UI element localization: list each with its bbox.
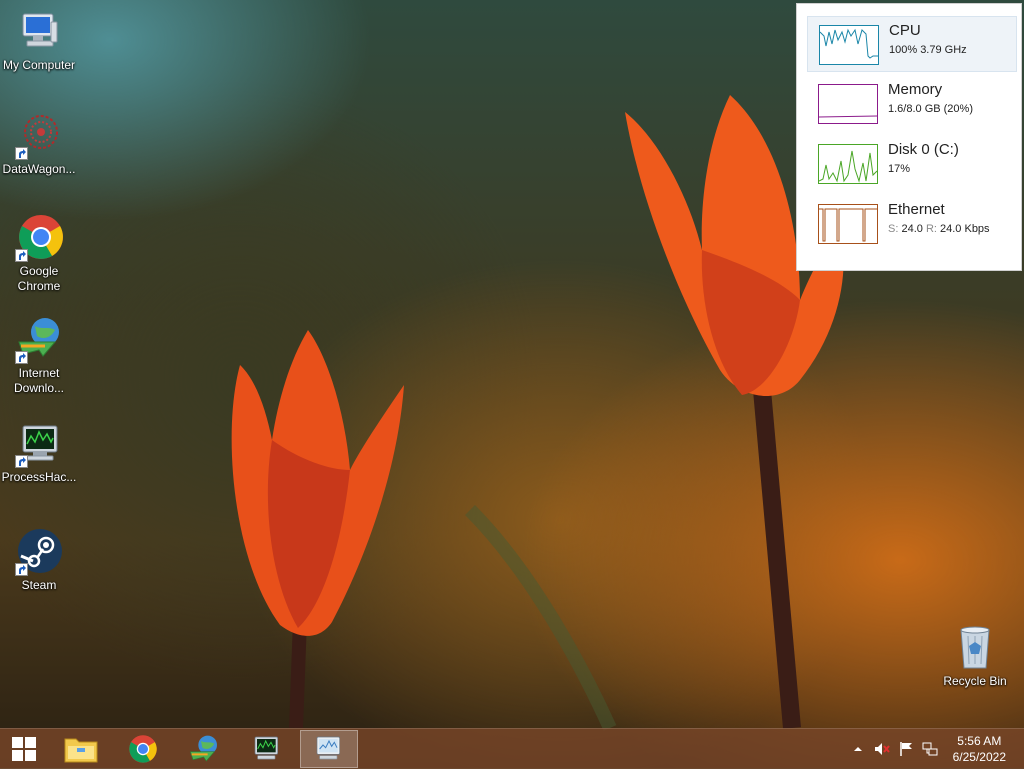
clock-time: 5:56 AM bbox=[957, 734, 1002, 748]
perf-item-value: S: 24.0 R: 24.0 Kbps bbox=[888, 223, 990, 235]
show-hidden-icons-button[interactable] bbox=[850, 741, 866, 757]
windows-logo-icon bbox=[12, 737, 36, 761]
desktop-icon-label: DataWagon... bbox=[2, 162, 76, 176]
perf-item-name: Ethernet bbox=[888, 201, 945, 218]
sent-label: S: bbox=[888, 223, 899, 235]
computer-icon bbox=[15, 8, 63, 56]
desktop-icon-label: Google Chrome bbox=[17, 264, 61, 293]
taskbar-task-manager[interactable] bbox=[300, 730, 358, 768]
volume-muted-icon[interactable] bbox=[874, 741, 890, 757]
taskbar: 5:56 AM 6/25/2022 bbox=[0, 728, 1024, 769]
ethernet-graph bbox=[818, 204, 878, 244]
perf-item-value: 1.6/8.0 GB (20%) bbox=[888, 103, 973, 115]
perf-item-disk[interactable]: Disk 0 (C:) 17% bbox=[807, 136, 1017, 192]
task-manager-icon bbox=[316, 736, 340, 760]
chrome-icon bbox=[15, 214, 63, 262]
desktop-icon-label: Recycle Bin bbox=[943, 674, 1007, 688]
taskbar-google-chrome[interactable] bbox=[114, 730, 172, 768]
taskbar-process-hacker[interactable] bbox=[238, 730, 296, 768]
recycle-bin-icon bbox=[951, 624, 999, 672]
idm-globe-icon bbox=[189, 735, 217, 762]
chevron-up-icon bbox=[854, 747, 862, 751]
disk-graph bbox=[818, 144, 878, 184]
performance-summary-panel: CPU 100% 3.79 GHz Memory 1.6/8.0 GB (20%… bbox=[796, 3, 1022, 271]
perf-item-name: Memory bbox=[888, 81, 943, 98]
process-hacker-icon bbox=[254, 736, 278, 760]
taskbar-clock[interactable]: 5:56 AM 6/25/2022 bbox=[953, 733, 1006, 765]
perf-item-memory[interactable]: Memory 1.6/8.0 GB (20%) bbox=[807, 76, 1017, 132]
steam-icon bbox=[15, 528, 63, 576]
desktop-icon-steam[interactable]: Steam bbox=[0, 528, 78, 593]
perf-item-name: Disk 0 (C:) bbox=[888, 141, 959, 158]
perf-item-name: CPU bbox=[889, 22, 921, 39]
desktop-icon-label: Steam bbox=[21, 578, 57, 592]
shortcut-arrow-icon bbox=[15, 147, 28, 160]
taskbar-file-explorer[interactable] bbox=[52, 730, 110, 768]
desktop-icon-internet-download-manager[interactable]: Internet Downlo... bbox=[0, 316, 78, 396]
desktop-icon-processhacker[interactable]: ProcessHac... bbox=[0, 420, 78, 485]
idm-globe-icon bbox=[15, 316, 63, 364]
recv-label: R: bbox=[925, 223, 937, 235]
recv-value: 24.0 Kbps bbox=[940, 223, 990, 235]
perf-item-ethernet[interactable]: Ethernet S: 24.0 R: 24.0 Kbps bbox=[807, 196, 1017, 252]
start-button[interactable] bbox=[0, 730, 53, 768]
clock-date: 6/25/2022 bbox=[952, 750, 1006, 764]
shortcut-arrow-icon bbox=[15, 249, 28, 262]
perf-item-cpu[interactable]: CPU 100% 3.79 GHz bbox=[807, 16, 1017, 72]
datawagon-icon bbox=[15, 112, 63, 160]
action-center-flag-icon[interactable] bbox=[898, 741, 914, 757]
desktop-icon-google-chrome[interactable]: Google Chrome bbox=[0, 214, 78, 294]
perf-item-value: 17% bbox=[888, 163, 911, 175]
desktop-icon-datawagon[interactable]: DataWagon... bbox=[0, 112, 78, 177]
perf-item-value: 100% 3.79 GHz bbox=[889, 44, 967, 56]
folder-icon bbox=[64, 738, 98, 763]
desktop-icon-label: ProcessHac... bbox=[1, 470, 77, 484]
chrome-icon bbox=[129, 735, 157, 763]
sent-value: 24.0 bbox=[901, 223, 923, 235]
memory-graph bbox=[818, 84, 878, 124]
taskbar-internet-download-manager[interactable] bbox=[176, 730, 234, 768]
desktop-icon-my-computer[interactable]: My Computer bbox=[0, 8, 78, 73]
shortcut-arrow-icon bbox=[15, 563, 28, 576]
network-icon[interactable] bbox=[922, 741, 938, 757]
desktop-icon-recycle-bin[interactable]: Recycle Bin bbox=[936, 624, 1014, 689]
shortcut-arrow-icon bbox=[15, 351, 28, 364]
shortcut-arrow-icon bbox=[15, 455, 28, 468]
cpu-graph bbox=[819, 25, 879, 65]
process-hacker-icon bbox=[15, 420, 63, 468]
desktop-icon-label: My Computer bbox=[2, 58, 76, 72]
desktop-icon-label: Internet Downlo... bbox=[13, 366, 65, 395]
